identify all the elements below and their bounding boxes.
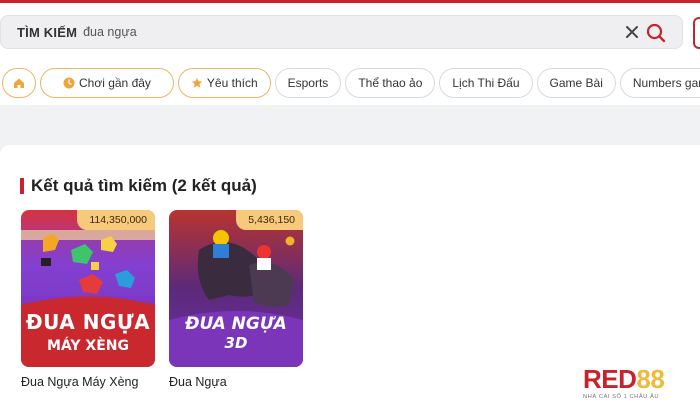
tab-label: Yêu thích xyxy=(206,76,258,90)
game-art-subtitle: 3D xyxy=(224,334,248,352)
game-name[interactable]: Đua Ngựa xyxy=(169,375,227,389)
tab-label: Chơi gần đây xyxy=(79,76,151,90)
brand-logo: RED88 NHÀ CÁI SỐ 1 CHÂU ÂU xyxy=(583,366,689,410)
game-card-horse-racing-3d[interactable]: ĐUA NGỰA 3D 5,436,150 xyxy=(169,210,303,367)
game-art-title: ĐUA NGỰA xyxy=(25,310,151,334)
results-title: Kết quả tìm kiếm (2 kết quả) xyxy=(31,176,257,195)
search-box[interactable]: TÌM KIẾM đua ngựa xyxy=(0,15,683,49)
tab-label: Lịch Thi Đấu xyxy=(452,76,520,90)
brand-tagline: NHÀ CÁI SỐ 1 CHÂU ÂU xyxy=(583,394,660,400)
profile-button[interactable] xyxy=(693,17,700,49)
results-heading: Kết quả tìm kiếm (2 kết quả) xyxy=(20,176,257,196)
tab-label: Numbers game xyxy=(632,76,700,90)
tab-recently-played[interactable]: Chơi gần đây xyxy=(40,68,174,98)
search-input[interactable]: đua ngựa xyxy=(83,25,137,39)
search-label: TÌM KIẾM xyxy=(17,24,78,40)
coin-icon xyxy=(285,236,295,246)
tab-home[interactable] xyxy=(2,68,36,98)
search-bar-row: TÌM KIẾM đua ngựa xyxy=(0,3,700,61)
category-tabs: Chơi gần đây Yêu thích Esports Thể thao … xyxy=(0,61,700,105)
home-icon xyxy=(14,78,24,88)
brand-name-gold: 88 xyxy=(636,364,665,394)
tab-numbers-game[interactable]: Numbers game xyxy=(619,68,700,98)
search-icon[interactable] xyxy=(646,23,666,43)
clock-icon xyxy=(63,77,75,89)
tab-card-games[interactable]: Game Bài xyxy=(536,68,616,98)
spacer-band xyxy=(0,105,700,145)
tab-esports[interactable]: Esports xyxy=(274,68,342,98)
tab-label: Game Bài xyxy=(549,76,603,90)
game-art-title: ĐUA NGỰA xyxy=(185,314,287,334)
close-icon[interactable] xyxy=(624,24,640,40)
tab-schedule[interactable]: Lịch Thi Đấu xyxy=(439,68,533,98)
player-count-badge: 5,436,150 xyxy=(236,210,303,230)
game-card-horse-racing-slot[interactable]: ĐUA NGỰA MÁY XÈNG 114,350,000 xyxy=(21,210,155,367)
game-name[interactable]: Đua Ngựa Máy Xèng xyxy=(21,375,138,389)
player-count-badge: 114,350,000 xyxy=(77,210,155,230)
tab-label: Thể thao ảo xyxy=(358,76,423,90)
brand-name-red: RED xyxy=(583,364,637,394)
star-icon xyxy=(191,77,203,88)
tab-virtual-sports[interactable]: Thể thao ảo xyxy=(345,68,436,98)
game-art-subtitle: MÁY XÈNG xyxy=(46,338,129,354)
tab-label: Esports xyxy=(287,76,329,90)
tab-favorites[interactable]: Yêu thích xyxy=(177,68,271,98)
heading-accent-bar xyxy=(20,178,24,194)
